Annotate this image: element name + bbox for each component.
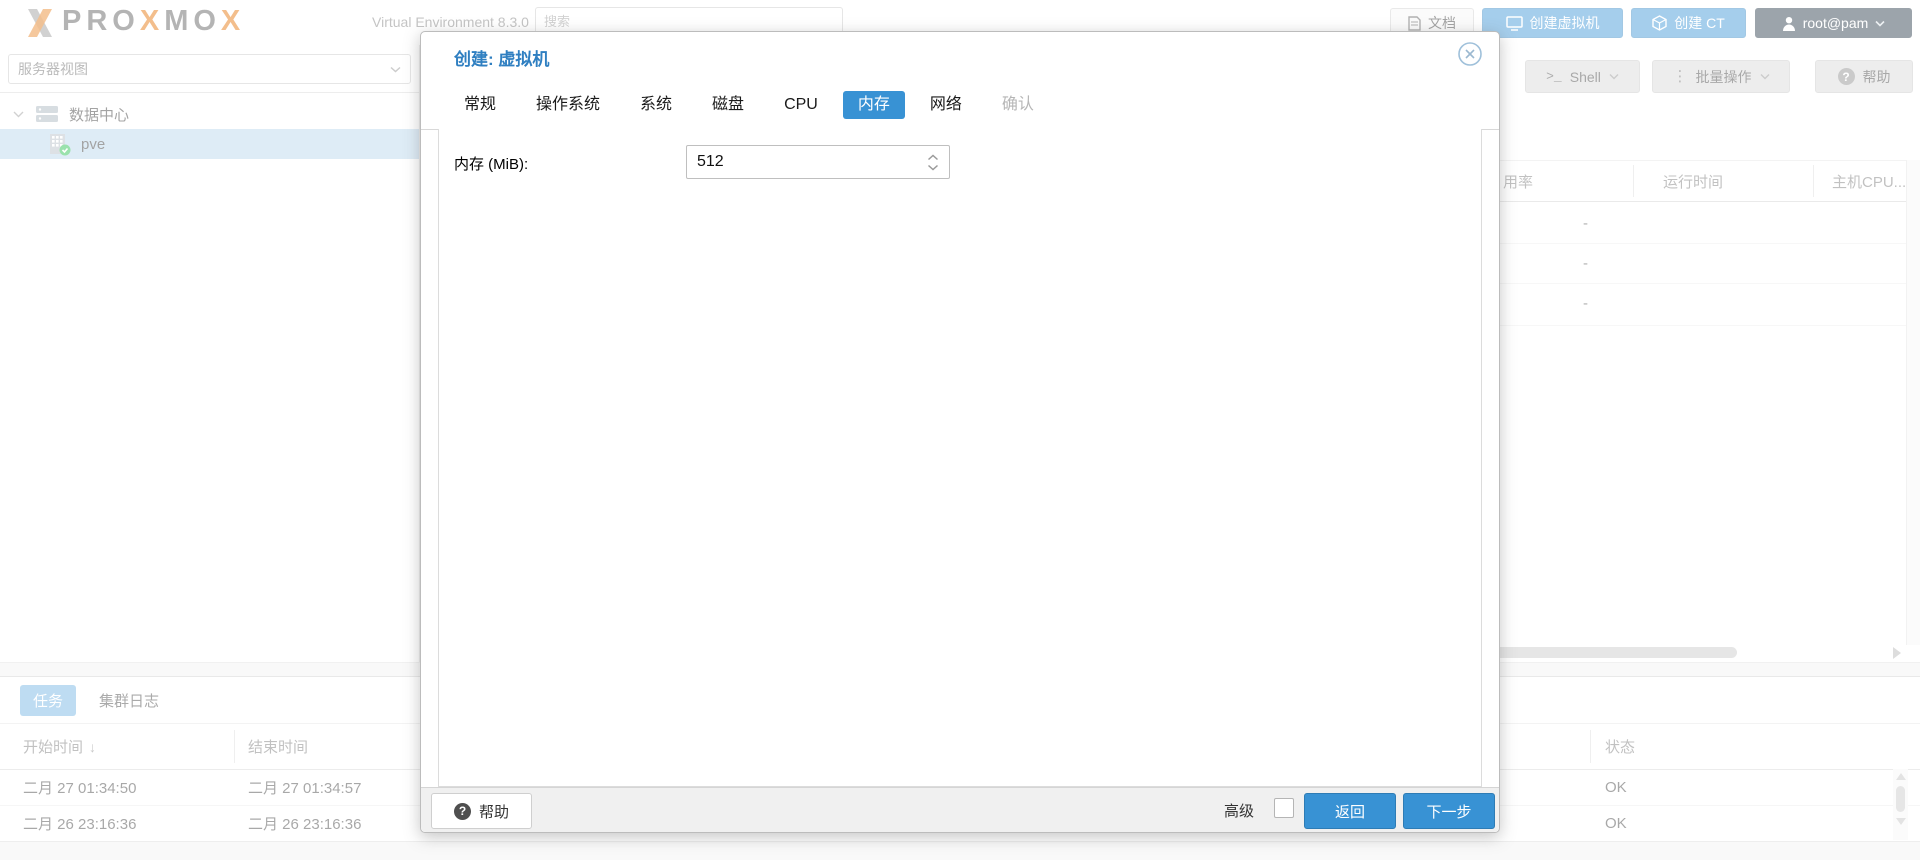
spinner-down-icon[interactable] [927,164,939,171]
close-icon[interactable] [1457,41,1483,67]
create-vm-dialog: 创建: 虚拟机 常规 操作系统 系统 磁盘 CPU 内存 网络 确认 内存 (M… [420,31,1500,833]
advanced-label: 高级 [1224,800,1254,821]
back-button[interactable]: 返回 [1304,793,1396,829]
tab-confirm: 确认 [987,91,1049,119]
tab-system[interactable]: 系统 [625,91,687,119]
dialog-title: 创建: 虚拟机 [454,45,549,70]
proxmox-app: PROXMOX Virtual Environment 8.3.0 文档 创建虚… [0,0,1920,860]
help-icon: ? [454,803,471,820]
advanced-checkbox[interactable] [1274,798,1294,818]
tab-os[interactable]: 操作系统 [521,91,615,119]
dialog-form-panel: 内存 (MiB): [438,129,1482,787]
memory-field-label: 内存 (MiB): [454,153,528,174]
dialog-footer: ? 帮助 高级 返回 下一步 [421,787,1499,832]
spinner-up-icon[interactable] [927,154,939,161]
tab-network[interactable]: 网络 [915,91,977,119]
memory-spinner-field [686,145,950,179]
tab-general[interactable]: 常规 [449,91,511,119]
dialog-tab-bar: 常规 操作系统 系统 磁盘 CPU 内存 网络 确认 [449,91,1049,119]
tab-memory[interactable]: 内存 [843,91,905,119]
dialog-help-button[interactable]: ? 帮助 [431,793,532,829]
memory-input[interactable] [687,146,929,178]
next-button[interactable]: 下一步 [1403,793,1495,829]
spinner-buttons [927,148,945,176]
tab-disks[interactable]: 磁盘 [697,91,759,119]
tab-cpu[interactable]: CPU [769,91,833,119]
